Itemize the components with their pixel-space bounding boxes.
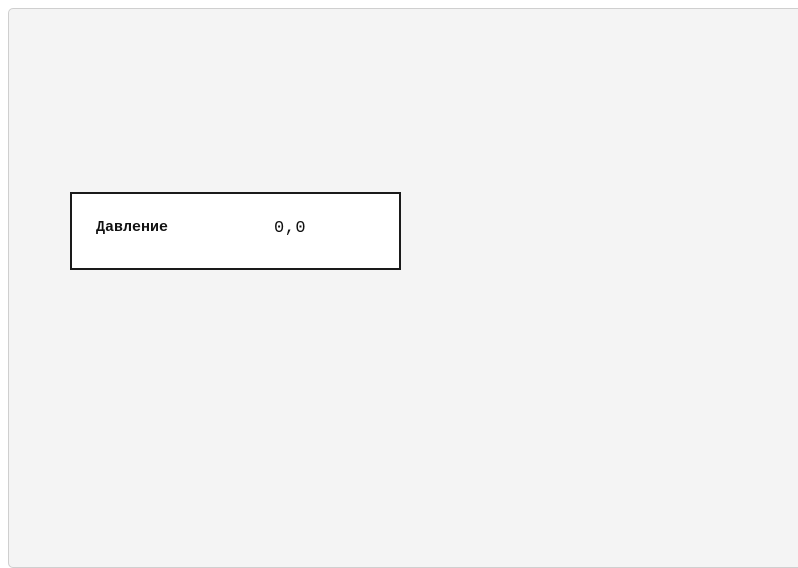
pressure-value: 0,0 xyxy=(274,219,307,238)
panel-frame: Давление 0,0 xyxy=(8,8,798,568)
pressure-readout: Давление 0,0 xyxy=(70,192,401,270)
pressure-label: Давление xyxy=(96,219,169,236)
